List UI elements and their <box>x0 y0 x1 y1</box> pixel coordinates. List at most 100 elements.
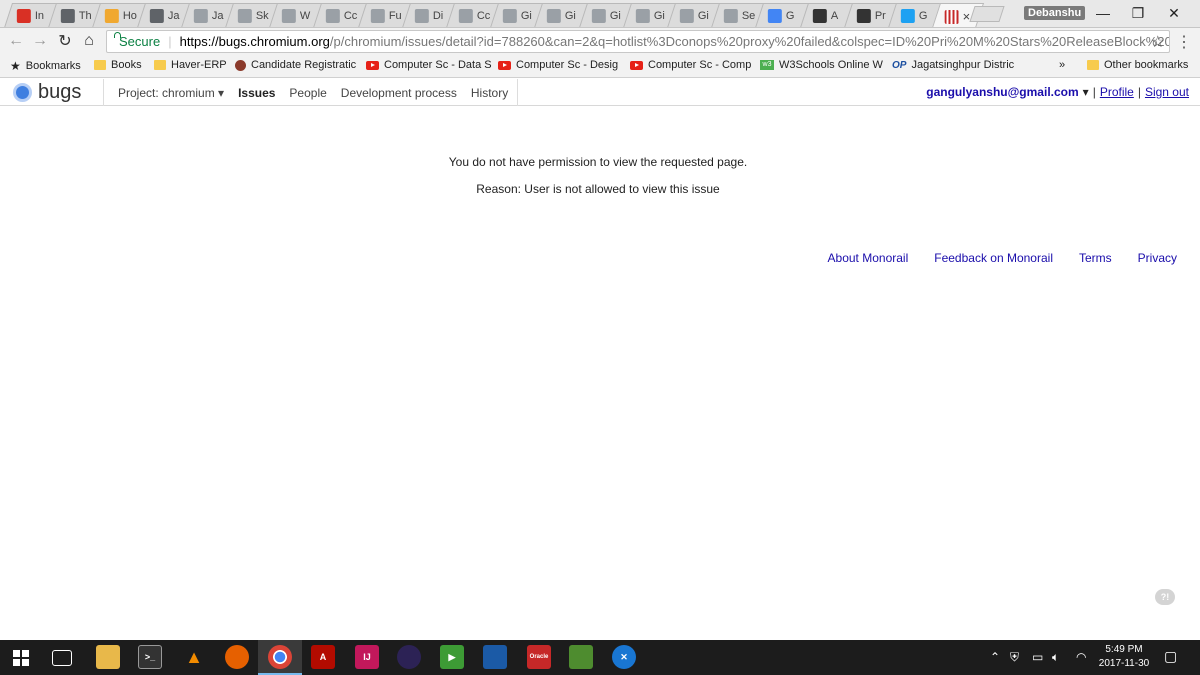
bookmark-item[interactable]: OP Jagatsinghpur Distric <box>892 59 1014 71</box>
bookmark-item[interactable]: Computer Sc - Desig <box>498 59 618 71</box>
nav-divider <box>517 79 518 106</box>
bookmark-item[interactable]: Computer Sc - Data S <box>366 59 492 71</box>
profile-link[interactable]: Profile <box>1100 85 1134 99</box>
vlc-icon[interactable]: ▲ <box>182 645 206 669</box>
tab-label: Di <box>432 10 444 22</box>
url-separator: | <box>168 34 172 49</box>
about-monorail-link[interactable]: About Monorail <box>828 251 909 265</box>
bookmark-item[interactable]: Haver-ERP <box>154 59 227 71</box>
media-player-icon[interactable]: ▶ <box>440 645 464 669</box>
tab-label: Gi <box>697 10 709 22</box>
tab-content: Fu <box>370 9 401 23</box>
monorail-favicon-icon <box>944 9 959 24</box>
tab-content: Sk <box>237 9 269 23</box>
system-clock[interactable]: 5:49 PM 2017-11-30 <box>1094 643 1154 671</box>
site-header: bugs Project: chromium ▾ Issues People D… <box>0 79 1200 106</box>
windows-start-icon[interactable] <box>13 650 29 666</box>
security-tray-icon[interactable]: ⛨ <box>1010 650 1019 665</box>
url-path: /p/chromium/issues/detail?id=788260&can=… <box>329 34 1170 49</box>
settings-app-icon[interactable]: ✕ <box>612 645 636 669</box>
terminal-icon[interactable]: >_ <box>138 645 162 669</box>
volume-icon[interactable]: 🔈︎ <box>1052 650 1059 665</box>
close-window-icon[interactable]: ✕ <box>1164 4 1184 22</box>
bookmark-item[interactable]: Candidate Registratic <box>235 59 356 71</box>
bugs-logo[interactable]: bugs <box>13 82 81 102</box>
tab-content: W <box>282 9 310 23</box>
site-icon <box>235 59 246 71</box>
folder-icon <box>154 60 166 70</box>
tray-overflow-icon[interactable]: ⌃ <box>990 650 1000 664</box>
favicon-icon <box>149 9 164 23</box>
bookmark-item[interactable]: ★ Bookmarks <box>10 59 81 73</box>
home-icon[interactable]: ⌂ <box>79 31 99 51</box>
nav-people[interactable]: People <box>289 86 326 100</box>
tab-label: Th <box>79 10 92 22</box>
eclipse-icon[interactable] <box>397 645 421 669</box>
bookmark-label: Bookmarks <box>25 60 81 72</box>
tab-label: Ja <box>167 10 180 22</box>
tab-content: Cc <box>458 9 490 23</box>
folder-icon <box>94 60 106 70</box>
bookmark-star-icon[interactable]: ☆ <box>1151 32 1165 52</box>
url-host: https://bugs.chromium.org <box>179 34 330 49</box>
tab-content: Di <box>414 9 444 23</box>
feedback-link[interactable]: Feedback on Monorail <box>934 251 1053 265</box>
tab-content: Se <box>724 9 755 23</box>
bookmark-item[interactable]: Books <box>94 59 142 71</box>
favicon-icon <box>591 9 606 23</box>
user-menu-caret-icon[interactable]: ▾ <box>1083 85 1089 99</box>
bookmark-label: Jagatsinghpur Distric <box>911 59 1015 71</box>
nav-project-select[interactable]: Project: chromium ▾ <box>118 86 224 100</box>
clock-time: 5:49 PM <box>1105 644 1143 655</box>
restore-icon[interactable]: ❐ <box>1128 4 1148 22</box>
nav-development-process[interactable]: Development process <box>341 86 457 100</box>
new-tab-button[interactable] <box>969 6 1005 22</box>
bookmark-label: Candidate Registratic <box>251 59 357 71</box>
terms-link[interactable]: Terms <box>1079 251 1112 265</box>
profile-name[interactable]: Debanshu <box>1024 6 1086 20</box>
privacy-link[interactable]: Privacy <box>1138 251 1177 265</box>
tab-content: Gi <box>547 9 576 23</box>
tab-content: Ho <box>105 9 137 23</box>
intellij-icon[interactable]: IJ <box>355 645 379 669</box>
bookmarks-overflow[interactable]: » <box>1059 59 1065 71</box>
sign-out-link[interactable]: Sign out <box>1145 85 1189 99</box>
folder-icon <box>1087 60 1099 70</box>
nav-issues[interactable]: Issues <box>238 86 275 100</box>
favicon-icon <box>503 9 518 23</box>
favicon-icon <box>105 9 120 23</box>
back-icon[interactable]: ← <box>6 31 26 51</box>
user-email[interactable]: gangulyanshu@gmail.com <box>926 85 1078 99</box>
bookmark-label: Computer Sc - Desig <box>516 59 619 71</box>
nav-history[interactable]: History <box>471 86 508 100</box>
bookmark-item[interactable]: w3 W3Schools Online W <box>760 59 883 71</box>
forward-icon[interactable]: → <box>30 31 50 51</box>
netbeans-icon[interactable] <box>483 645 507 669</box>
other-bookmarks[interactable]: Other bookmarks <box>1087 59 1188 71</box>
minimize-icon[interactable]: — <box>1093 4 1113 22</box>
oracle-press-icon[interactable]: Oracle <box>527 645 551 669</box>
bookmark-label: Other bookmarks <box>1104 59 1189 71</box>
address-bar[interactable]: Secure | https://bugs.chromium.org/p/chr… <box>106 30 1170 53</box>
user-area: gangulyanshu@gmail.com ▾ | Profile | Sig… <box>926 85 1189 99</box>
browser-menu-icon[interactable]: ⋮ <box>1176 32 1192 52</box>
footer: About Monorail Feedback on Monorail Term… <box>828 251 1177 265</box>
youtube-icon <box>498 60 511 70</box>
reload-icon[interactable]: ↻ <box>55 31 75 51</box>
chrome-icon[interactable] <box>268 645 292 669</box>
wifi-icon[interactable]: ◠ <box>1076 650 1086 664</box>
bookmark-item[interactable]: Computer Sc - Comp <box>630 59 751 71</box>
file-explorer-icon[interactable] <box>96 645 120 669</box>
acrobat-icon[interactable]: A <box>311 645 335 669</box>
favicon-icon <box>856 9 871 23</box>
tab-content: Ja <box>193 9 223 23</box>
firefox-icon[interactable] <box>225 645 249 669</box>
task-view-icon[interactable] <box>52 650 72 666</box>
feedback-bubble-icon[interactable]: ?! <box>1155 589 1175 605</box>
notepad-icon[interactable] <box>569 645 593 669</box>
tab-content: Gi <box>591 9 620 23</box>
clock-date: 2017-11-30 <box>1098 658 1150 669</box>
windows-taskbar: >_ ▲ A IJ ▶ Oracle ✕ ⌃ ⛨ ▭ 🔈︎ ◠ 5:49 PM … <box>0 640 1200 675</box>
notifications-icon[interactable]: ▢ <box>1164 648 1177 665</box>
battery-icon[interactable]: ▭ <box>1032 650 1043 664</box>
